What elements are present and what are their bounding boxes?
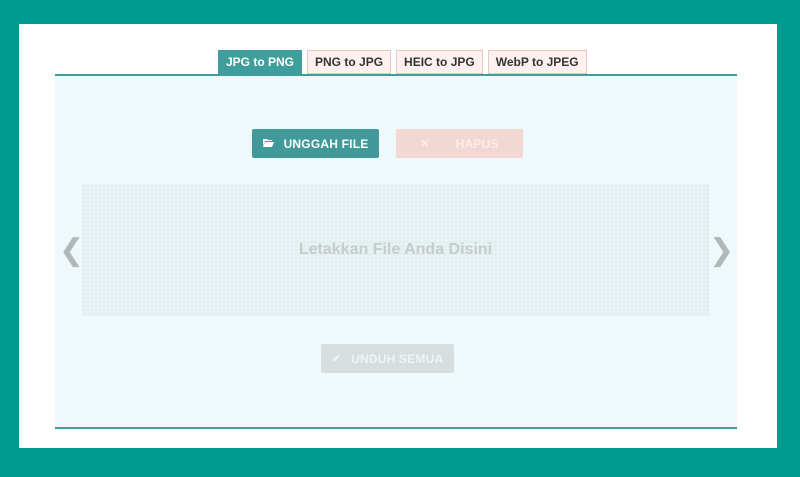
delete-label: HAPUS	[455, 136, 499, 151]
folder-open-icon	[262, 138, 274, 150]
format-tabs: JPG to PNG PNG to JPG HEIC to JPG WebP t…	[218, 50, 587, 74]
delete-button[interactable]: ✕ HAPUS	[396, 129, 523, 158]
tab-png-to-jpg[interactable]: PNG to JPG	[307, 50, 392, 74]
upload-file-button[interactable]: UNGGAH FILE	[252, 129, 379, 158]
upload-file-label: UNGGAH FILE	[283, 136, 369, 151]
previous-arrow-icon[interactable]: ❮	[59, 231, 84, 271]
converter-panel: UNGGAH FILE ✕ HAPUS ❮ Letakkan File Anda…	[55, 74, 737, 429]
download-all-button[interactable]: ✔ UNDUH SEMUA	[321, 344, 454, 373]
converter-card: JPG to PNG PNG to JPG HEIC to JPG WebP t…	[19, 24, 777, 448]
close-icon: ✕	[420, 138, 430, 150]
tab-webp-to-jpeg[interactable]: WebP to JPEG	[487, 50, 587, 74]
next-arrow-icon[interactable]: ❯	[709, 231, 734, 271]
dropzone-placeholder: Letakkan File Anda Disini	[298, 241, 493, 258]
tab-heic-to-jpg[interactable]: HEIC to JPG	[396, 50, 483, 74]
tab-jpg-to-png[interactable]: JPG to PNG	[218, 50, 303, 74]
check-icon: ✔	[331, 353, 342, 365]
file-dropzone[interactable]: Letakkan File Anda Disini	[82, 184, 709, 316]
download-all-label: UNDUH SEMUA	[351, 351, 444, 366]
